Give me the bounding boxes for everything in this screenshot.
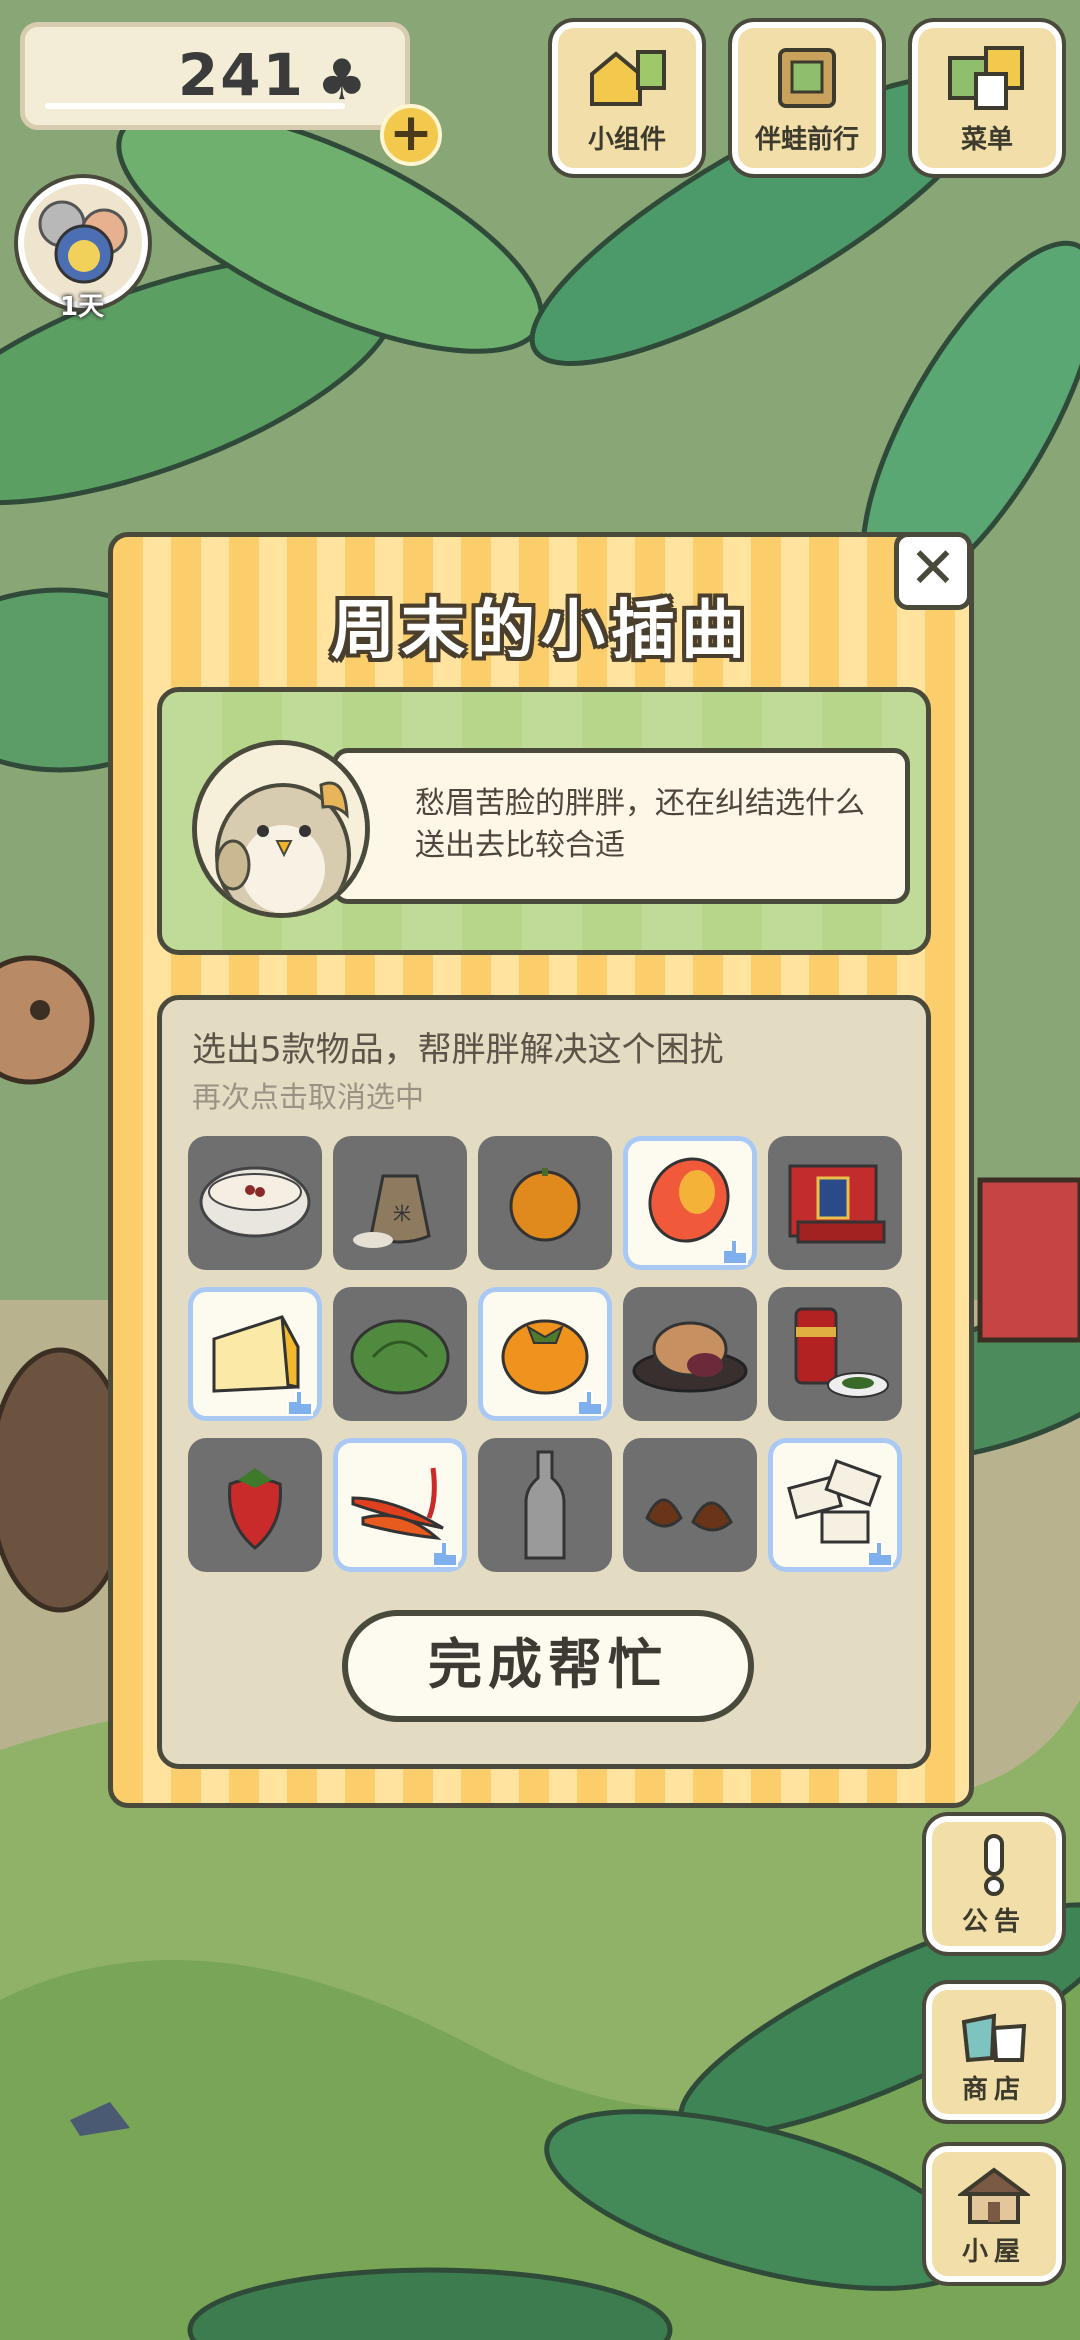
instruction-text: 选出5款物品，帮胖胖解决这个困扰 <box>192 1030 724 1070</box>
gift-box-icon <box>788 1164 886 1244</box>
book-icon <box>778 48 836 108</box>
item-slot[interactable] <box>768 1287 902 1421</box>
shop-button[interactable]: 商店 <box>926 1984 1062 2120</box>
hint-text: 再次点击取消选中 <box>192 1080 425 1114</box>
clover-counter: 241 ♣ <box>20 22 410 130</box>
speech-area: 愁眉苦脸的胖胖，还在纠结选什么送出去比较合适 <box>157 687 931 955</box>
item-slot[interactable] <box>768 1136 902 1270</box>
bird-icon <box>197 745 365 913</box>
menu-cards-icon <box>948 46 1024 110</box>
item-slot[interactable]: 米 <box>333 1136 467 1270</box>
cabin-label: 小屋 <box>961 2237 1026 2267</box>
cabbage-icon <box>350 1319 450 1395</box>
frog-journey-label: 伴蛙前行 <box>754 125 859 155</box>
dialog-title: 周末的小插曲 <box>331 594 751 668</box>
tap-hand-icon <box>867 1541 893 1567</box>
item-slot-selected[interactable] <box>333 1438 467 1572</box>
house-icon <box>958 2167 1030 2224</box>
item-slot[interactable] <box>478 1136 612 1270</box>
complete-help-button[interactable]: 完成帮忙 <box>342 1610 754 1722</box>
widget-button[interactable]: 小组件 <box>552 22 702 174</box>
frog-journey-button[interactable]: 伴蛙前行 <box>732 22 882 174</box>
item-grid: 米 <box>188 1136 912 1572</box>
tap-hand-icon <box>577 1390 603 1416</box>
item-slot[interactable] <box>623 1438 757 1572</box>
add-clover-button[interactable]: + <box>380 104 442 166</box>
clover-count: 241 <box>177 41 305 109</box>
tea-can-icon <box>794 1307 889 1398</box>
item-slot[interactable] <box>188 1438 322 1572</box>
widget-button-label: 小组件 <box>587 125 666 155</box>
widget-icon <box>590 50 666 106</box>
tap-hand-icon <box>722 1239 748 1265</box>
shop-label: 商店 <box>961 2075 1026 2105</box>
close-button[interactable]: ✕ <box>894 532 972 610</box>
visitor-day-count: 1天 <box>60 292 105 322</box>
chestnut-icon <box>645 1498 733 1532</box>
rice-sack-icon: 米 <box>353 1174 431 1248</box>
bottle-icon <box>524 1450 566 1560</box>
announcement-button[interactable]: 公告 <box>926 1816 1062 1952</box>
announcement-label: 公告 <box>961 1907 1026 1937</box>
item-slot-selected[interactable] <box>623 1136 757 1270</box>
item-slot-selected[interactable] <box>768 1438 902 1572</box>
chubby-bird-portrait <box>192 740 370 918</box>
item-selection-panel: 选出5款物品，帮胖胖解决这个困扰 再次点击取消选中 米 完成帮忙 <box>157 995 931 1769</box>
clover-icon: ♣ <box>316 48 367 113</box>
porridge-bowl-icon <box>199 1166 311 1238</box>
visitor-bird-icon <box>38 200 128 284</box>
item-slot-selected[interactable] <box>188 1287 322 1421</box>
item-slot[interactable] <box>478 1438 612 1572</box>
menu-button[interactable]: 菜单 <box>912 22 1062 174</box>
event-dialog: 周末的小插曲 愁眉苦脸的胖胖，还在纠结选什么送出去比较合适 选出5款物品，帮胖胖… <box>108 532 974 1808</box>
strawberry-icon <box>228 1468 282 1550</box>
svg-text:米: 米 <box>393 1204 411 1225</box>
orange-icon <box>509 1168 581 1242</box>
menu-label: 菜单 <box>960 125 1013 155</box>
tap-hand-icon <box>287 1390 313 1416</box>
speech-bubble: 愁眉苦脸的胖胖，还在纠结选什么送出去比较合适 <box>332 748 910 904</box>
shop-bags-icon <box>961 2013 1027 2063</box>
item-slot[interactable] <box>623 1287 757 1421</box>
item-slot-selected[interactable] <box>478 1287 612 1421</box>
item-slot[interactable] <box>333 1287 467 1421</box>
exclamation-icon <box>984 1834 1004 1896</box>
counter-underline <box>45 103 345 109</box>
cabin-button[interactable]: 小屋 <box>926 2146 1062 2282</box>
item-slot[interactable] <box>188 1136 322 1270</box>
tap-hand-icon <box>432 1541 458 1567</box>
speech-text: 愁眉苦脸的胖胖，还在纠结选什么送出去比较合适 <box>415 786 865 863</box>
mooncake-icon <box>632 1321 748 1393</box>
